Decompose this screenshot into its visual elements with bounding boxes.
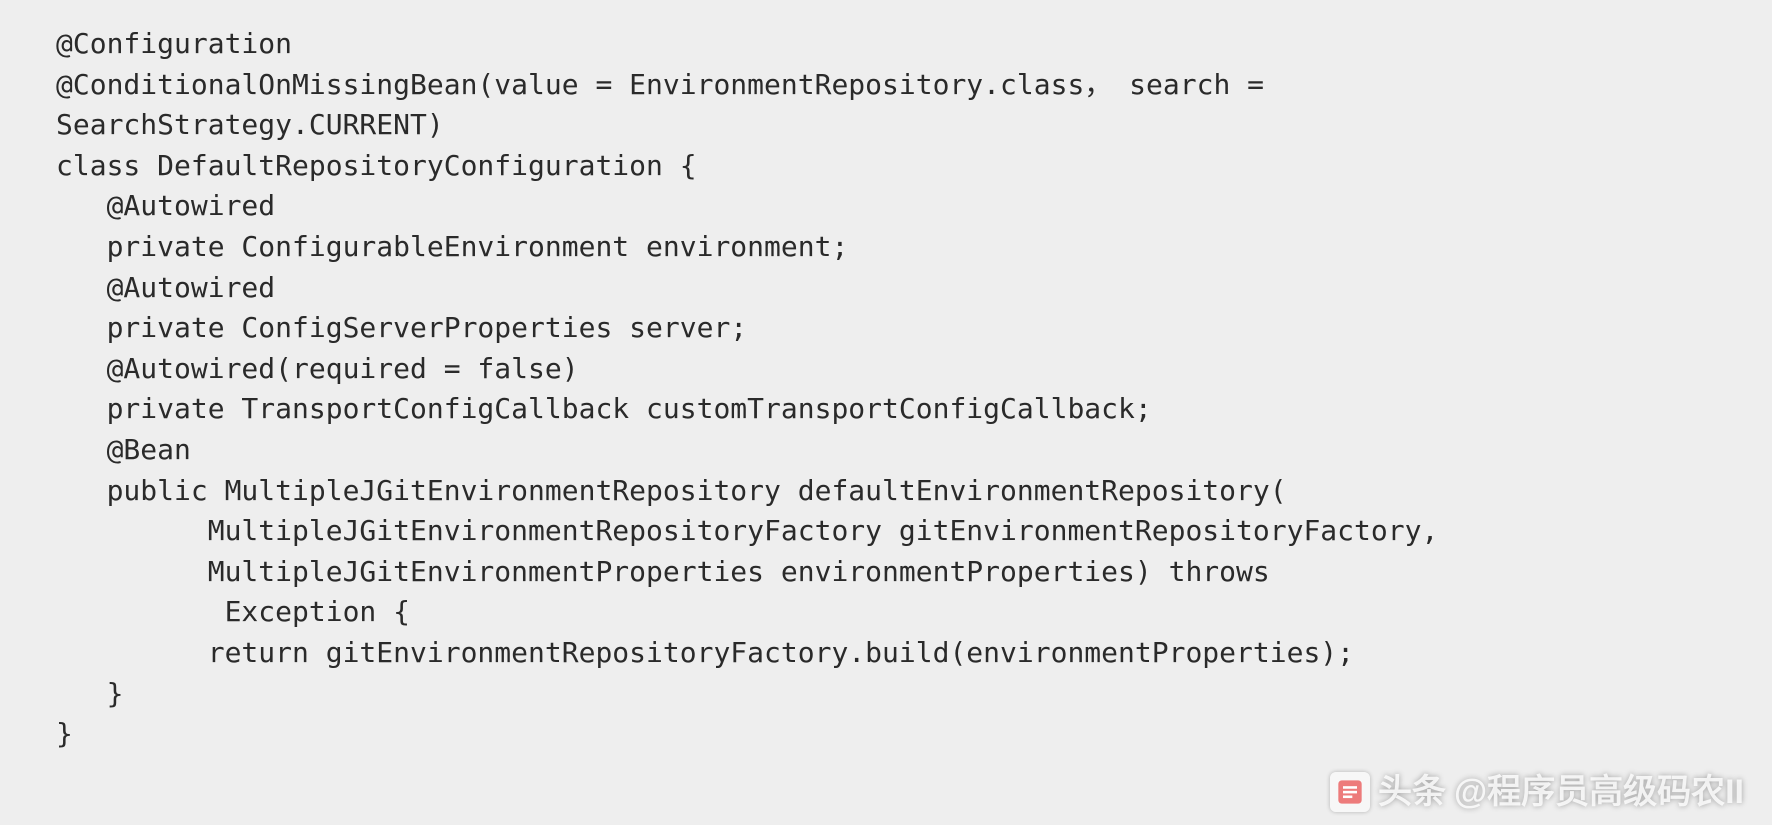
watermark-handle: @程序员高级码农II <box>1454 768 1744 817</box>
code-content: @Configuration @ConditionalOnMissingBean… <box>56 27 1438 750</box>
toutiao-icon <box>1330 772 1370 812</box>
watermark: 头条 @程序员高级码农II <box>1330 768 1744 817</box>
watermark-prefix: 头条 <box>1378 768 1446 817</box>
code-block: @Configuration @ConditionalOnMissingBean… <box>56 24 1716 755</box>
